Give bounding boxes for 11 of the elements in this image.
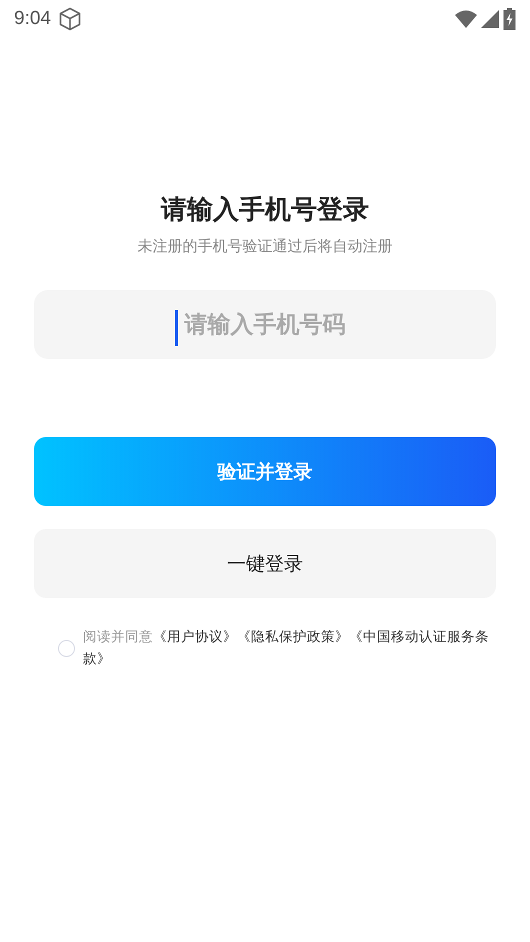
agreement-text: 阅读并同意《用户协议》《隐私保护政策》《中国移动认证服务条款》 (83, 628, 490, 669)
battery-charging-icon (503, 8, 516, 30)
page-title: 请输入手机号登录 (160, 194, 370, 227)
one-tap-login-button[interactable]: 一键登录 (34, 529, 496, 598)
page-subtitle: 未注册的手机号验证通过后将自动注册 (136, 236, 394, 257)
agreement-checkbox[interactable] (58, 640, 75, 656)
wifi-icon (455, 10, 477, 28)
status-time: 9:04 (14, 8, 51, 30)
cube-icon (58, 7, 81, 31)
signal-icon (481, 10, 499, 28)
phone-input-field[interactable]: 请输入手机号码 (34, 290, 496, 359)
